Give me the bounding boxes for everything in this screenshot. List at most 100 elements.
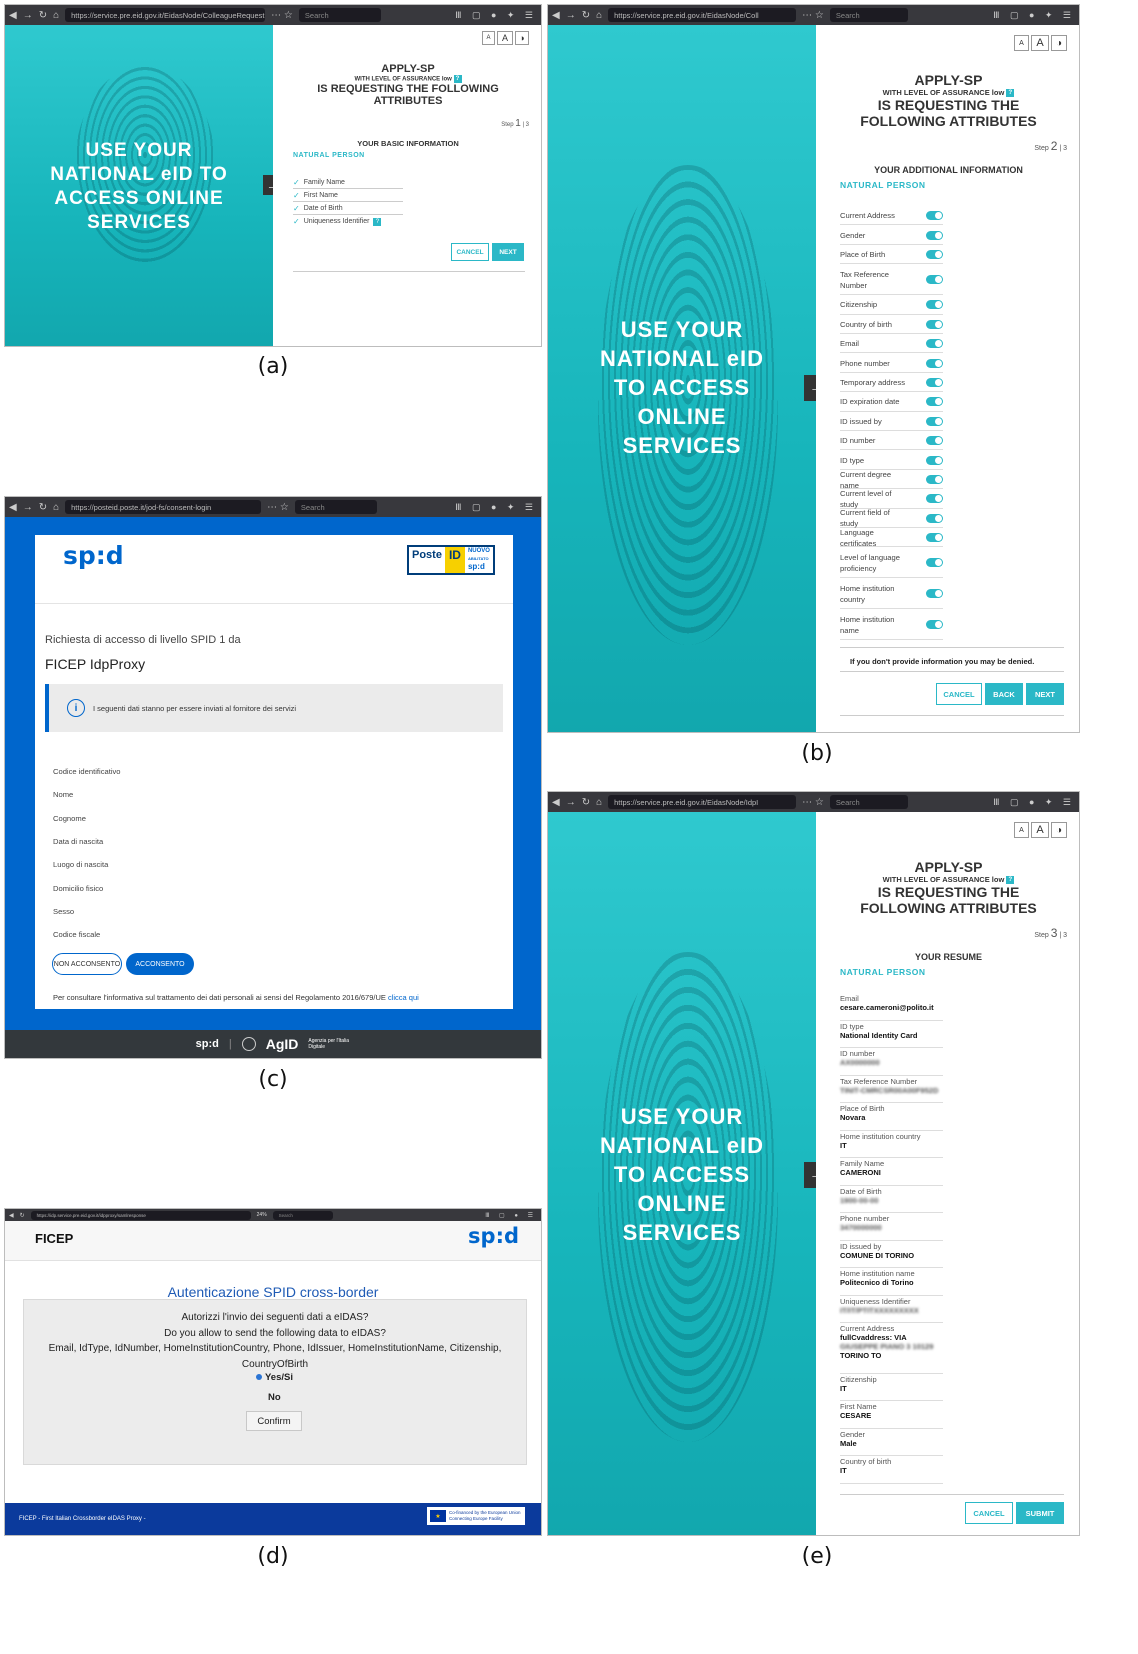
home-icon[interactable]: ⌂ (596, 797, 602, 808)
toggle-switch[interactable] (926, 436, 943, 446)
page-actions-icon[interactable]: ⋯ ☆ (802, 10, 824, 21)
font-large-button[interactable]: A (497, 31, 513, 45)
font-large-button[interactable]: A (1031, 35, 1049, 51)
reload-icon[interactable]: ↻ (39, 10, 47, 21)
no-option[interactable]: No (268, 1392, 281, 1403)
back-button[interactable]: BACK (985, 683, 1023, 705)
attribute-label: Home institution country (840, 583, 895, 604)
back-icon[interactable]: ◀ (9, 10, 17, 21)
forward-icon[interactable]: → (566, 797, 576, 808)
search-box[interactable]: Search (829, 795, 908, 809)
toggle-switch[interactable] (926, 339, 943, 349)
cancel-button[interactable]: CANCEL (936, 683, 982, 705)
toggle-switch[interactable] (926, 211, 943, 221)
toolbar-icons[interactable]: Ⅲ ▢ ● ✦ ☰ (455, 10, 537, 21)
data-field-label: Data di nascita (53, 836, 104, 846)
panel-b-eidas-step2: ◀ → ↻ ⌂ https://service.pre.eid.gov.it/E… (547, 4, 1080, 733)
address-bar[interactable]: https://service.pre.eid.gov.it/EidasNode… (608, 795, 797, 809)
page-actions-icon[interactable]: ⋯ ☆ (271, 10, 293, 21)
address-bar[interactable]: https://service.pre.eid.gov.it/EidasNode… (608, 8, 797, 22)
toolbar-icons[interactable]: Ⅲ ▢ ● ✦ ☰ (993, 797, 1075, 808)
reload-icon[interactable]: ↻ (39, 502, 47, 513)
search-box[interactable]: Search (294, 500, 377, 514)
assurance-level: WITH LEVEL OF ASSURANCE low ? (816, 88, 1079, 98)
reload-icon[interactable]: ↻ (582, 10, 590, 21)
next-button[interactable]: NEXT (1026, 683, 1064, 705)
toggle-switch[interactable] (926, 533, 943, 543)
font-small-button[interactable]: A (1014, 822, 1029, 838)
font-small-button[interactable]: A (1014, 35, 1029, 51)
contrast-button[interactable]: ◑ (1051, 35, 1067, 51)
attribute-toggle-row: Citizenship (840, 296, 943, 315)
attribute-toggle-row: Language certificates (840, 528, 943, 548)
font-large-button[interactable]: A (1031, 822, 1049, 838)
deny-button[interactable]: NON ACCONSENTO (52, 953, 122, 975)
toolbar-icons[interactable]: Ⅲ ▢ ● ✦ ☰ (455, 502, 537, 513)
contrast-button[interactable]: ◑ (1051, 822, 1067, 838)
back-icon[interactable]: ◀ (9, 1212, 14, 1219)
help-icon[interactable]: ? (453, 75, 462, 83)
cancel-button[interactable]: CANCEL (965, 1502, 1013, 1524)
toggle-switch[interactable] (926, 474, 943, 484)
check-icon: ✓ (293, 203, 300, 213)
back-icon[interactable]: ◀ (552, 797, 560, 808)
reload-icon[interactable]: ↻ (582, 797, 590, 808)
submit-button[interactable]: SUBMIT (1016, 1502, 1064, 1524)
toolbar-icons[interactable]: Ⅲ ▢ ● ☰ (485, 1212, 537, 1219)
poste-text: Poste (409, 547, 445, 573)
yes-option[interactable]: Yes/Si (256, 1372, 293, 1383)
help-icon[interactable]: ? (373, 217, 382, 226)
radio-selected-icon[interactable] (256, 1374, 262, 1381)
page-actions-icon[interactable]: ⋯ ☆ (267, 502, 289, 513)
accept-button[interactable]: ACCONSENTO (126, 953, 194, 975)
home-icon[interactable]: ⌂ (53, 502, 59, 513)
info-box: i I seguenti dati stanno per essere invi… (45, 684, 503, 732)
toggle-switch[interactable] (926, 589, 943, 599)
field-label: First Name (840, 1402, 877, 1411)
toolbar-icons[interactable]: Ⅲ ▢ ● ✦ ☰ (993, 10, 1075, 21)
home-icon[interactable]: ⌂ (53, 10, 59, 21)
address-bar[interactable]: https://idp.service.pre.eid.gov.it/idppr… (30, 1210, 251, 1220)
attribute-toggle-row: Country of birth (840, 316, 943, 334)
toggle-switch[interactable] (926, 397, 943, 407)
forward-icon[interactable]: → (23, 10, 33, 21)
toggle-switch[interactable] (926, 358, 943, 368)
assurance-level: WITH LEVEL OF ASSURANCE low ? (273, 75, 541, 83)
toggle-switch[interactable] (926, 319, 943, 329)
search-box[interactable]: Search (272, 1210, 333, 1220)
back-icon[interactable]: ◀ (9, 502, 17, 513)
toggle-switch[interactable] (926, 249, 943, 259)
toggle-switch[interactable] (926, 494, 943, 504)
search-box[interactable]: Search (298, 8, 381, 22)
cancel-button[interactable]: CANCEL (451, 243, 489, 261)
browser-toolbar: ◀ → ↻ ⌂ https://posteid.poste.it/jod-fs/… (5, 497, 541, 517)
font-small-button[interactable]: A (482, 31, 495, 45)
reload-icon[interactable]: ↻ (20, 1212, 25, 1219)
toggle-switch[interactable] (926, 230, 943, 240)
confirm-button[interactable]: Confirm (246, 1411, 302, 1431)
toggle-switch[interactable] (926, 558, 943, 568)
address-bar[interactable]: https://posteid.poste.it/jod-fs/consent-… (65, 500, 262, 514)
toggle-switch[interactable] (926, 377, 943, 387)
toggle-switch[interactable] (926, 416, 943, 426)
back-icon[interactable]: ◀ (552, 10, 560, 21)
next-button[interactable]: NEXT (492, 243, 524, 261)
toggle-switch[interactable] (926, 620, 943, 630)
field-label: Place of Birth (840, 1104, 885, 1113)
spid-page: sp:d Poste ID NUOVO ABILITATO sp:d Richies… (5, 517, 541, 1030)
toggle-switch[interactable] (926, 513, 943, 523)
address-bar[interactable]: https://service.pre.eid.gov.it/EidasNode… (65, 8, 266, 22)
contrast-button[interactable]: ◑ (515, 31, 529, 45)
page-actions-icon[interactable]: ⋯ ☆ (802, 797, 824, 808)
help-icon[interactable]: ? (1006, 89, 1015, 98)
toggle-switch[interactable] (926, 275, 943, 285)
privacy-link[interactable]: clicca qui (388, 993, 419, 1002)
search-box[interactable]: Search (829, 8, 908, 22)
field-value: COMUNE DI TORINO (840, 1250, 915, 1260)
toggle-switch[interactable] (926, 300, 943, 310)
forward-icon[interactable]: → (23, 502, 33, 513)
toggle-switch[interactable] (926, 455, 943, 465)
forward-icon[interactable]: → (566, 10, 576, 21)
home-icon[interactable]: ⌂ (596, 10, 602, 21)
help-icon[interactable]: ? (1006, 876, 1015, 885)
